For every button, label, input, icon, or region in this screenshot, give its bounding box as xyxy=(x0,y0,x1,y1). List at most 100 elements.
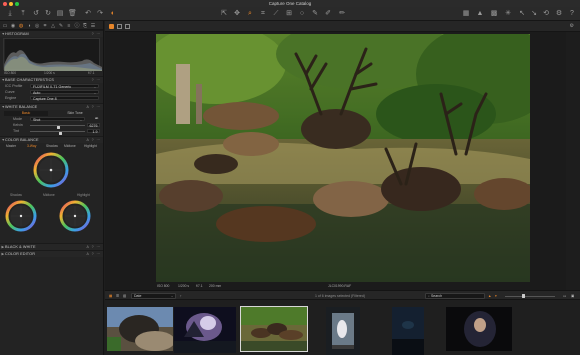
filmstrip-browser-icon[interactable]: ▥ xyxy=(123,293,126,299)
tool-tab-row: ▭ ◉ ◍ ◑ ◎ ⌗ △ ✎ ≡ ⓘ ⎘ ☰ xyxy=(0,21,103,30)
trash-icon[interactable]: 🗑 xyxy=(68,10,77,18)
cursor-tool-icon[interactable]: ⇱ xyxy=(220,10,228,18)
sort-select[interactable]: Date ⌄ xyxy=(131,293,176,299)
engine-select[interactable]: Capture One 8 xyxy=(30,95,99,101)
shadow-color-wheel[interactable] xyxy=(4,199,38,233)
curve-select[interactable]: Auto ⌄ xyxy=(30,89,99,95)
base-characteristics-header[interactable]: ▼ BASE CHARACTERISTICS ? ⋯ xyxy=(0,76,103,83)
settings-icon[interactable]: ⚙ xyxy=(555,10,563,18)
eraser-tool-icon[interactable]: ✏ xyxy=(338,10,346,18)
thumbnail-dark-portrait[interactable] xyxy=(445,306,513,352)
filter-options-icon[interactable]: ▾ xyxy=(495,293,497,299)
list-browser-icon[interactable]: ☰ xyxy=(116,293,119,299)
histogram-aperture: f/7.1 xyxy=(88,71,95,75)
viewer-settings-icon[interactable]: ⚙ xyxy=(570,23,574,29)
highlight-color-wheel[interactable] xyxy=(58,199,92,233)
section-controls[interactable]: A ? ⋯ xyxy=(86,251,101,258)
output-tab-icon[interactable]: ⎘ xyxy=(82,23,88,29)
grid-view-icon[interactable]: ▦ xyxy=(462,10,470,18)
viewer-toolbar: ⚙ xyxy=(105,21,580,32)
picker-tool-icon[interactable]: ✎ xyxy=(311,10,319,18)
sort-direction-icon[interactable]: ↑ xyxy=(180,293,182,299)
zoom-tool-icon[interactable]: ⌕ xyxy=(246,10,254,18)
histogram-header[interactable]: ▼ HISTOGRAM ? ⋯ xyxy=(0,30,103,37)
exposure-tab-icon[interactable]: ◑ xyxy=(26,23,32,29)
kelvin-value-field[interactable]: 6276 xyxy=(87,122,100,128)
histogram-shutter: 1/200 s xyxy=(44,71,55,75)
details-tab-icon[interactable]: △ xyxy=(50,23,56,29)
color-balance-header[interactable]: ▼ COLOR BALANCE A ? ⋯ xyxy=(0,136,103,143)
straighten-tool-icon[interactable]: ⟋ xyxy=(272,10,280,18)
apply-adjustments-icon[interactable]: ↘ xyxy=(530,10,538,18)
redo-icon[interactable]: ↷ xyxy=(96,10,104,18)
copy-adjustments-icon[interactable]: ↖ xyxy=(518,10,526,18)
composition-tab-icon[interactable]: ⌗ xyxy=(42,23,48,29)
adjustments-tab-icon[interactable]: ≡ xyxy=(66,23,72,29)
color-editor-header[interactable]: ▶ COLOR EDITOR A ? ⋯ xyxy=(0,250,103,257)
wb-mode-select[interactable]: Shot ⌄ xyxy=(30,116,85,122)
title-bar: Capture One Catalog xyxy=(0,0,580,7)
tab-wb-skin-tone[interactable]: Skin Tone xyxy=(52,111,98,116)
tint-slider-handle[interactable] xyxy=(58,131,62,136)
reset-icon[interactable]: ⟲ xyxy=(542,10,550,18)
exposure-warning-icon[interactable]: ▲ xyxy=(476,10,484,18)
help-icon[interactable]: ? xyxy=(568,10,576,18)
undo-icon[interactable]: ↶ xyxy=(84,10,92,18)
view-icon[interactable]: ✳ xyxy=(504,10,512,18)
single-view-icon[interactable] xyxy=(109,24,114,29)
multi-view-icon[interactable] xyxy=(117,24,122,29)
search-input[interactable]: ⌕ Search xyxy=(425,293,485,299)
section-controls[interactable]: ? ⋯ xyxy=(92,31,101,38)
thumbnail-sea-lion[interactable] xyxy=(106,306,174,352)
brush-tool-icon[interactable]: ✐ xyxy=(324,10,332,18)
tint-slider-row: Tint 1.9 xyxy=(0,128,103,136)
filter-icon[interactable]: ▲ xyxy=(488,293,491,299)
viewer-side-strip xyxy=(566,32,580,290)
black-white-header[interactable]: ▶ BLACK & WHITE A ? ⋯ xyxy=(0,243,103,250)
thumbnail-portrait-window[interactable] xyxy=(325,306,361,355)
tab-wb-basic[interactable]: Basic xyxy=(4,110,48,116)
white-balance-header[interactable]: ▼ WHITE BALANCE A ? ⋯ xyxy=(0,103,103,110)
local-adjust-tab-icon[interactable]: ✎ xyxy=(58,23,64,29)
tint-value-field[interactable]: 1.9 xyxy=(87,128,100,134)
chevron-down-icon: ⌄ xyxy=(170,294,174,298)
compare-view-icon[interactable] xyxy=(125,24,130,29)
thumbnail-size-slider[interactable] xyxy=(505,295,555,297)
expand-triangle-icon: ▶ xyxy=(1,252,5,256)
grid-browser-icon[interactable]: ▦ xyxy=(109,293,112,299)
browser-more-icon[interactable]: ▭ xyxy=(563,293,566,299)
master-color-wheel[interactable] xyxy=(32,151,70,189)
thumbnail-dark-landscape[interactable] xyxy=(391,306,425,355)
keystone-tool-icon[interactable]: ⊞ xyxy=(285,10,293,18)
library-tab-icon[interactable]: ▭ xyxy=(2,23,8,29)
search-placeholder: Search xyxy=(430,294,443,298)
base-characteristics-title: BASE CHARACTERISTICS xyxy=(5,78,55,82)
capture-tab-icon[interactable]: ◉ xyxy=(10,23,16,29)
export-icon[interactable]: ⤒ xyxy=(19,10,27,18)
capture-pilot-icon[interactable]: ◐ xyxy=(109,10,117,18)
proof-icon[interactable]: ▩ xyxy=(490,10,498,18)
pan-tool-icon[interactable]: ✥ xyxy=(233,10,241,18)
shadow-wheel-label: Shadow xyxy=(10,193,22,197)
spot-tool-icon[interactable]: ○ xyxy=(298,10,306,18)
batch-tab-icon[interactable]: ☰ xyxy=(90,23,96,29)
thumbnail-elk-herd[interactable] xyxy=(240,306,308,352)
metadata-tab-icon[interactable]: ⓘ xyxy=(74,23,80,29)
lens-tab-icon[interactable]: ◎ xyxy=(34,23,40,29)
main-photo[interactable] xyxy=(146,18,556,282)
kelvin-slider-track[interactable] xyxy=(30,124,85,130)
rotate-right-icon[interactable]: ↻ xyxy=(44,10,52,18)
icc-profile-select[interactable]: FUJIFILM X-T1 Generic ⌄ xyxy=(30,83,99,89)
copy-icon[interactable]: ▤ xyxy=(56,10,64,18)
browser-zoom-icon[interactable]: ▣ xyxy=(571,293,574,299)
rotate-left-icon[interactable]: ↺ xyxy=(32,10,40,18)
import-icon[interactable]: ⤓ xyxy=(6,10,14,18)
thumbnail-night-tree[interactable] xyxy=(173,306,237,354)
color-tab-icon[interactable]: ◍ xyxy=(18,23,24,29)
thumbnail-size-handle[interactable] xyxy=(522,294,525,298)
histogram-chart xyxy=(3,38,102,71)
highlight-wheel-label: Highlight xyxy=(77,193,90,197)
tint-slider-track[interactable] xyxy=(30,130,85,136)
crop-tool-icon[interactable]: ⌗ xyxy=(259,10,267,18)
black-white-title: BLACK & WHITE xyxy=(5,245,36,249)
